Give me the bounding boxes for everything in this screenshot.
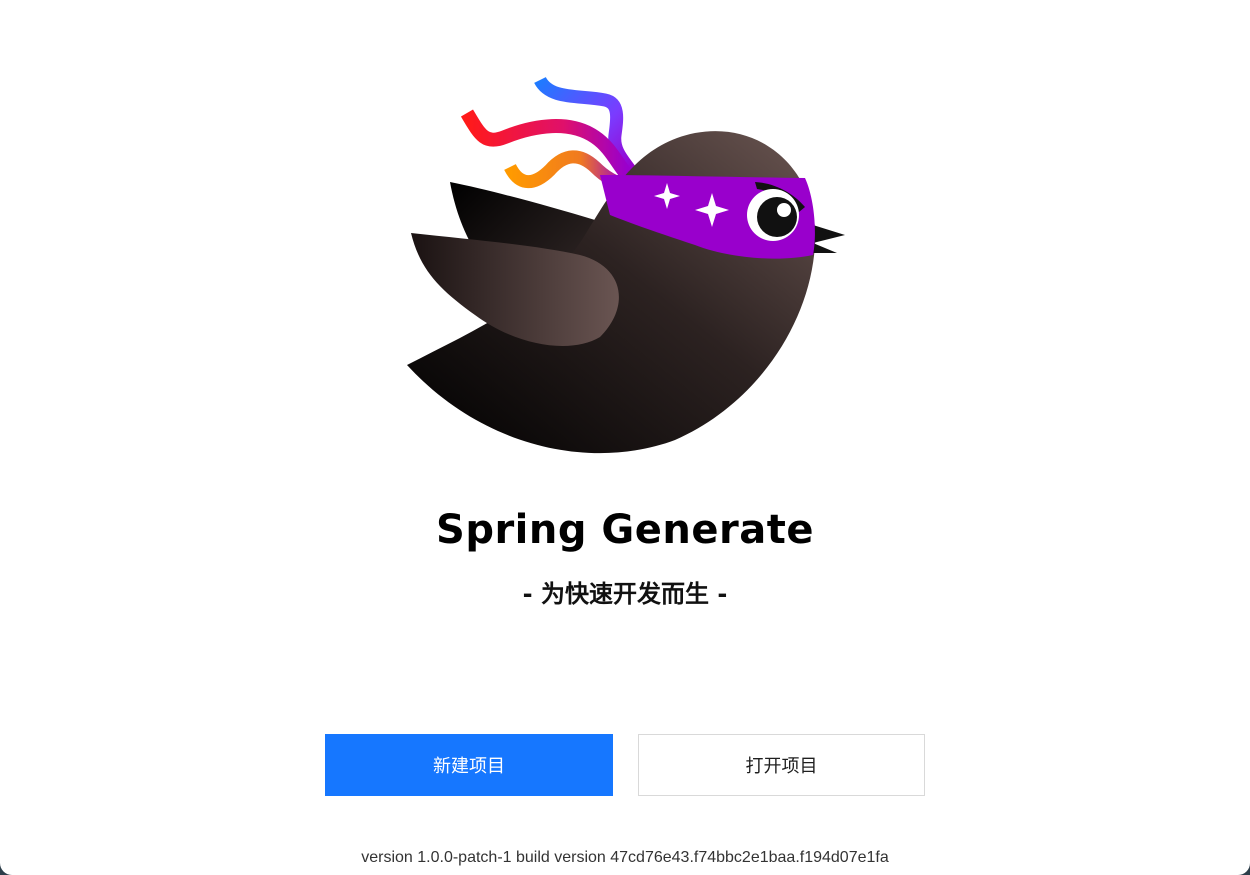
open-project-button[interactable]: 打开项目: [638, 734, 925, 796]
app-title: Spring Generate: [436, 507, 814, 553]
new-project-button[interactable]: 新建项目: [325, 734, 613, 796]
app-subtitle: - 为快速开发而生 -: [522, 580, 728, 608]
app-window: Spring Generate - 为快速开发而生 - 新建项目 打开项目 ve…: [0, 0, 1250, 875]
version-info: version 1.0.0-patch-1 build version 47cd…: [361, 849, 889, 866]
ninja-bird-logo-icon: [407, 76, 845, 454]
